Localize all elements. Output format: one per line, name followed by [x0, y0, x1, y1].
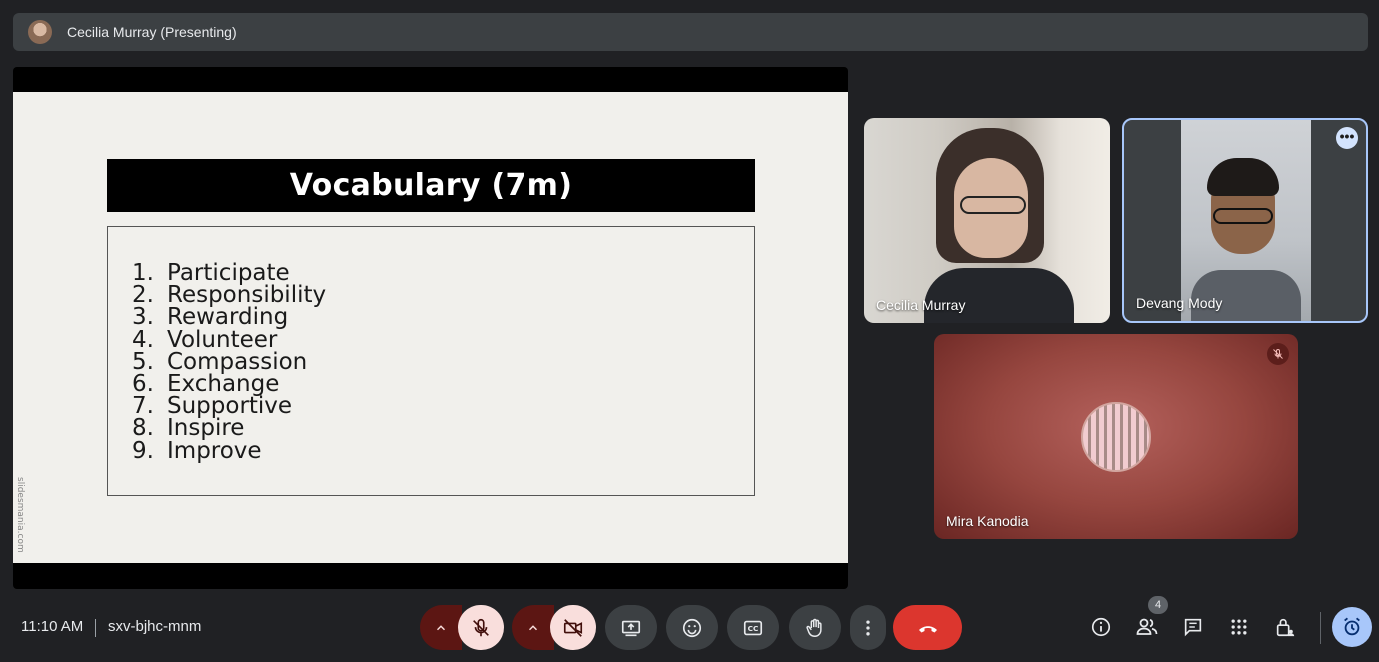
people-button[interactable] — [1132, 612, 1162, 642]
vocab-word: Supportive — [167, 393, 293, 420]
vocab-word: Volunteer — [167, 326, 278, 353]
vocab-item: 5. Compassion — [132, 348, 326, 375]
more-options-icon[interactable]: ••• — [1336, 127, 1358, 149]
participant-name: Devang Mody — [1136, 295, 1223, 311]
chat-button[interactable] — [1178, 612, 1208, 642]
meeting-info-button[interactable] — [1086, 612, 1116, 642]
vocab-word: Participate — [167, 260, 290, 286]
divider — [1320, 612, 1321, 644]
vocab-num: 4. — [132, 326, 154, 353]
vocab-word: Responsibility — [167, 282, 327, 309]
vocab-num: 8. — [132, 415, 154, 442]
vocab-item: 4. Volunteer — [132, 326, 326, 353]
participant-video — [1181, 120, 1311, 321]
emoji-icon — [682, 618, 702, 637]
vocab-item: 7. Supportive — [132, 393, 326, 420]
slide-watermark: slidesmania.com — [15, 477, 25, 553]
presenter-label: Cecilia Murray (Presenting) — [67, 24, 237, 40]
presenter-avatar — [28, 20, 52, 44]
vocab-num: 7. — [132, 393, 154, 420]
vocab-num: 5. — [132, 348, 154, 375]
lock-person-icon — [1276, 618, 1295, 637]
mic-off-icon — [1267, 343, 1289, 365]
participant-name: Mira Kanodia — [946, 513, 1029, 529]
more-options-button[interactable] — [850, 605, 886, 650]
chevron-up-icon — [436, 624, 446, 630]
camera-toggle-button[interactable] — [550, 605, 596, 650]
participant-tile-cecilia[interactable]: Cecilia Murray — [864, 118, 1110, 323]
vocab-word: Improve — [167, 437, 262, 464]
vocab-num: 9. — [132, 437, 154, 464]
vocab-item: 6. Exchange — [132, 371, 326, 398]
presentation-area[interactable]: Vocabulary (7m) 1. Participate 2. Responsi… — [13, 67, 848, 589]
vocab-num: 6. — [132, 371, 154, 398]
vocab-item: 8. Inspire — [132, 415, 326, 442]
slide-title: Vocabulary (7m) — [289, 168, 573, 203]
host-controls-button[interactable] — [1270, 612, 1300, 642]
svg-text:CC: CC — [748, 624, 759, 633]
vocab-box: 1. Participate 2. Responsibility 3. Rewardi… — [107, 226, 755, 496]
meeting-code: sxv-bjhc-mnm — [108, 618, 202, 635]
avatar — [1081, 402, 1151, 472]
raise-hand-icon — [806, 618, 822, 637]
vocab-num: 3. — [132, 304, 154, 331]
participant-tile-devang[interactable]: ••• Devang Mody — [1122, 118, 1368, 323]
video-options-button[interactable] — [512, 605, 554, 650]
timer-button[interactable] — [1332, 607, 1372, 647]
vocab-list: 1. Participate 2. Responsibility 3. Rewardi… — [132, 260, 327, 464]
vocab-item: 2. Responsibility — [132, 282, 327, 309]
alarm-icon — [1344, 617, 1360, 636]
end-call-icon — [918, 625, 937, 632]
activities-button[interactable] — [1224, 612, 1254, 642]
participant-video — [924, 128, 1074, 323]
meeting-time: 11:10 AM — [21, 618, 84, 635]
end-call-button[interactable] — [893, 605, 962, 650]
participant-name: Cecilia Murray — [876, 297, 966, 313]
people-icon — [1136, 618, 1158, 635]
vocab-num: 2. — [132, 282, 154, 309]
apps-grid-icon — [1231, 619, 1247, 635]
slide-title-bar: Vocabulary (7m) — [107, 159, 755, 212]
presenter-bar: Cecilia Murray (Presenting) — [13, 13, 1368, 51]
present-button[interactable] — [605, 605, 657, 650]
raise-hand-button[interactable] — [789, 605, 841, 650]
mic-toggle-button[interactable] — [458, 605, 504, 650]
reactions-button[interactable] — [666, 605, 718, 650]
info-icon — [1091, 617, 1111, 637]
participant-tile-mira[interactable]: Mira Kanodia — [934, 334, 1298, 539]
audio-options-button[interactable] — [420, 605, 462, 650]
mic-off-icon — [473, 618, 489, 636]
slide: Vocabulary (7m) 1. Participate 2. Responsi… — [13, 92, 848, 563]
captions-icon: CC — [743, 620, 763, 635]
chevron-up-icon — [528, 624, 538, 630]
more-vert-icon — [866, 620, 870, 635]
vocab-item: 3. Rewarding — [132, 304, 326, 331]
vocab-item: 1. Participate — [132, 260, 326, 286]
captions-button[interactable]: CC — [727, 605, 779, 650]
video-off-icon — [563, 618, 583, 637]
vocab-word: Exchange — [167, 371, 280, 398]
vocab-num: 1. — [132, 260, 154, 286]
chat-icon — [1184, 618, 1202, 637]
divider — [95, 619, 96, 637]
vocab-word: Rewarding — [167, 304, 289, 331]
vocab-word: Inspire — [167, 415, 245, 442]
vocab-word: Compassion — [167, 348, 308, 375]
present-screen-icon — [621, 620, 641, 636]
vocab-item: 9. Improve — [132, 437, 326, 464]
